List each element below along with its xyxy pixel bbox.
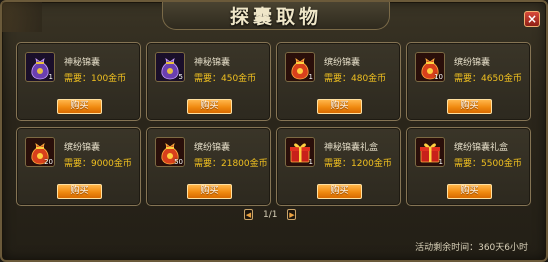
- item-count: 20: [44, 158, 53, 166]
- item-name: 缤纷锦囊: [64, 143, 101, 153]
- buy-button[interactable]: 购买: [57, 99, 102, 114]
- item-name: 缤纷锦囊: [454, 58, 491, 68]
- buy-button[interactable]: 购买: [447, 99, 492, 114]
- item-name: 神秘锦囊: [194, 58, 231, 68]
- item-count: 1: [48, 73, 53, 81]
- item-card: 50 缤纷锦囊需要：21800金币购买: [146, 127, 271, 206]
- buy-button[interactable]: 购买: [187, 99, 232, 114]
- shop-window: 探囊取物 × 1 神秘锦囊需要：100金币购买 5 神秘锦囊需要：450金币购买 1 缤纷…: [0, 0, 548, 262]
- item-card: 1 神秘锦囊需要：100金币购买: [16, 42, 141, 121]
- item-count: 1: [308, 158, 313, 166]
- page-indicator: 1/1: [263, 209, 278, 220]
- item-name: 神秘锦囊礼盒: [324, 143, 379, 153]
- item-card: 1 缤纷锦囊需要：480金币购买: [276, 42, 401, 121]
- item-count: 5: [178, 73, 183, 81]
- item-name: 缤纷锦囊: [324, 58, 361, 68]
- item-count: 50: [174, 158, 183, 166]
- item-card: 1 缤纷锦囊礼盒需要：5500金币购买: [406, 127, 531, 206]
- item-name: 缤纷锦囊礼盒: [454, 143, 509, 153]
- item-name: 神秘锦囊: [64, 58, 101, 68]
- red-gift-box-icon: 1: [415, 137, 445, 167]
- next-page-button[interactable]: ▶: [287, 209, 297, 220]
- window-title: 探囊取物: [229, 6, 322, 28]
- red-bag-icon: 10: [415, 52, 445, 82]
- item-card: 1 神秘锦囊礼盒需要：1200金币购买: [276, 127, 401, 206]
- item-price: 需要：4650金币: [454, 74, 522, 84]
- item-price: 需要：5500金币: [454, 159, 522, 169]
- item-card: 5 神秘锦囊需要：450金币购买: [146, 42, 271, 121]
- red-bag-icon: 20: [25, 137, 55, 167]
- red-bag-icon: 50: [155, 137, 185, 167]
- buy-button[interactable]: 购买: [317, 99, 362, 114]
- purple-bag-icon: 1: [25, 52, 55, 82]
- item-price: 需要：450金币: [194, 74, 257, 84]
- item-count: 1: [308, 73, 313, 81]
- item-count: 10: [434, 73, 443, 81]
- buy-button[interactable]: 购买: [187, 184, 232, 199]
- buy-button[interactable]: 购买: [317, 184, 362, 199]
- item-price: 需要：100金币: [64, 74, 127, 84]
- buy-button[interactable]: 购买: [447, 184, 492, 199]
- item-card: 20 缤纷锦囊需要：9000金币购买: [16, 127, 141, 206]
- item-count: 1: [438, 158, 443, 166]
- item-name: 缤纷锦囊: [194, 143, 231, 153]
- item-price: 需要：480金币: [324, 74, 387, 84]
- title-bar: 探囊取物: [162, 2, 390, 30]
- item-price: 需要：9000金币: [64, 159, 132, 169]
- item-card: 10 缤纷锦囊需要：4650金币购买: [406, 42, 531, 121]
- prev-page-button[interactable]: ◀: [244, 209, 253, 220]
- red-bag-icon: 1: [285, 52, 315, 82]
- red-gift-box-icon: 1: [285, 137, 315, 167]
- background-decoration: [2, 2, 42, 32]
- buy-button[interactable]: 购买: [57, 184, 102, 199]
- pagination: ◀ 1/1 ▶: [244, 209, 297, 220]
- close-button[interactable]: ×: [524, 11, 540, 27]
- item-grid: 1 神秘锦囊 需要：100金币 购买 5 神秘锦囊 需要：450金币 购买 1 缤纷锦囊 需要：48…: [16, 42, 531, 206]
- item-price: 需要：1200金币: [324, 159, 392, 169]
- activity-remaining-time: 活动剩余时间：360天6小时: [415, 243, 528, 253]
- purple-bag-icon: 5: [155, 52, 185, 82]
- item-price: 需要：21800金币: [194, 159, 268, 169]
